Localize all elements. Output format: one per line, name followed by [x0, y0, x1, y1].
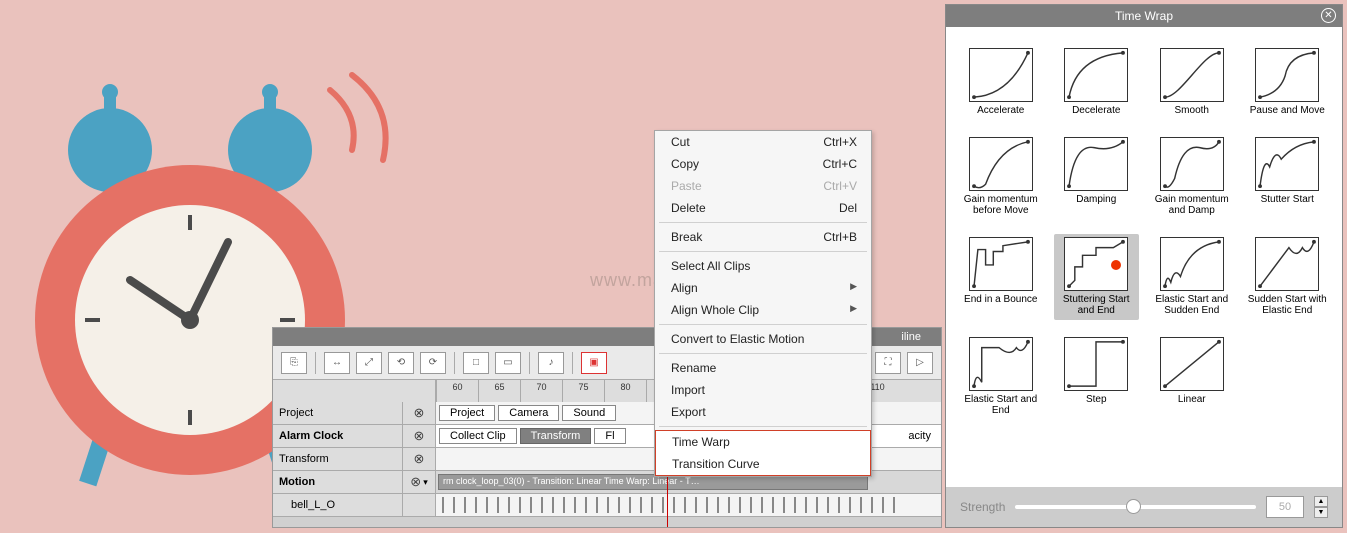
menu-item[interactable]: Import [655, 379, 871, 401]
strength-label: Strength [960, 500, 1005, 514]
close-icon[interactable]: ⊗ [414, 405, 425, 421]
preset-linear[interactable]: Linear [1149, 334, 1235, 420]
menu-item[interactable]: Select All Clips [655, 255, 871, 277]
menu-item[interactable]: Align▶ [655, 277, 871, 299]
chevron-down-icon[interactable]: ▾ [423, 477, 428, 488]
preset-damping[interactable]: Damping [1054, 134, 1140, 220]
menu-item[interactable]: DeleteDel [655, 197, 871, 219]
menu-item[interactable]: Transition Curve [656, 453, 870, 475]
ruler-tick: 75 [562, 380, 604, 402]
toolbar-button[interactable]: ⤢ [356, 352, 382, 374]
preset-elastic-start-and-end[interactable]: Elastic Start and End [958, 334, 1044, 420]
track-label: Alarm Clock [273, 425, 403, 447]
preset-stuttering-start-and-end[interactable]: Stuttering Start and End [1054, 234, 1140, 320]
toolbar-button[interactable]: ♪ [538, 352, 564, 374]
track-bell: bell_L_O [273, 494, 941, 517]
stepper-up[interactable]: ▲ [1314, 496, 1328, 507]
preset-smooth[interactable]: Smooth [1149, 45, 1235, 120]
toolbar-button[interactable]: ↔ [324, 352, 350, 374]
tab-button[interactable]: Camera [498, 405, 559, 421]
menu-item[interactable]: Time Warp [656, 431, 870, 453]
menu-item[interactable]: CutCtrl+X [655, 131, 871, 153]
track-label: Motion [273, 471, 403, 493]
close-icon[interactable]: ✕ [1321, 8, 1336, 23]
ruler-tick: 70 [520, 380, 562, 402]
fit-button[interactable]: ⛶ [875, 352, 901, 374]
close-icon[interactable]: ⊗ [414, 451, 425, 467]
menu-item[interactable]: CopyCtrl+C [655, 153, 871, 175]
context-menu: CutCtrl+XCopyCtrl+CPasteCtrl+VDeleteDel B… [654, 130, 872, 477]
strength-input[interactable] [1266, 496, 1304, 518]
stepper-down[interactable]: ▼ [1314, 507, 1328, 518]
close-icon[interactable]: ⊗ [414, 428, 425, 444]
menu-item: PasteCtrl+V [655, 175, 871, 197]
ruler-tick: 60 [436, 380, 478, 402]
play-button[interactable]: ▷ [907, 352, 933, 374]
preset-accelerate[interactable]: Accelerate [958, 45, 1044, 120]
menu-item[interactable]: BreakCtrl+B [655, 226, 871, 248]
ruler-tick: 65 [478, 380, 520, 402]
time-wrap-title: Time Wrap ✕ [946, 5, 1342, 27]
toolbar-button[interactable]: ⎘ [281, 352, 307, 374]
preset-stutter-start[interactable]: Stutter Start [1245, 134, 1331, 220]
preset-gain-momentum-before-move[interactable]: Gain momentum before Move [958, 134, 1044, 220]
tab-button[interactable]: Transform [520, 428, 592, 444]
menu-item[interactable]: Align Whole Clip▶ [655, 299, 871, 321]
track-label: bell_L_O [273, 494, 403, 516]
preset-elastic-start-and-sudden-end[interactable]: Elastic Start and Sudden End [1149, 234, 1235, 320]
toolbar-button[interactable]: ⟲ [388, 352, 414, 374]
time-wrap-footer: Strength ▲ ▼ [946, 487, 1342, 527]
tab-button[interactable]: Fl [594, 428, 625, 444]
preset-pause-and-move[interactable]: Pause and Move [1245, 45, 1331, 120]
menu-item[interactable]: Rename [655, 357, 871, 379]
tab-button[interactable]: acity [898, 429, 941, 443]
preset-step[interactable]: Step [1054, 334, 1140, 420]
menu-item[interactable]: Export [655, 401, 871, 423]
track-label: Project [273, 402, 403, 424]
preset-end-in-a-bounce[interactable]: End in a Bounce [958, 234, 1044, 320]
track-label: Transform [273, 448, 403, 470]
ruler-tick: 80 [604, 380, 646, 402]
tab-button[interactable]: Project [439, 405, 495, 421]
strength-slider[interactable] [1015, 505, 1256, 509]
preset-gain-momentum-and-damp[interactable]: Gain momentum and Damp [1149, 134, 1235, 220]
toolbar-button[interactable]: ▭ [495, 352, 521, 374]
close-icon[interactable]: ⊗ [410, 474, 421, 490]
preset-decelerate[interactable]: Decelerate [1054, 45, 1140, 120]
toolbar-button[interactable]: □ [463, 352, 489, 374]
time-wrap-panel: Time Wrap ✕ AccelerateDecelerateSmoothPa… [945, 4, 1343, 528]
preset-sudden-start-with-elastic-end[interactable]: Sudden Start with Elastic End [1245, 234, 1331, 320]
tab-button[interactable]: Collect Clip [439, 428, 517, 444]
record-button[interactable]: ▣ [581, 352, 607, 374]
menu-item[interactable]: Convert to Elastic Motion [655, 328, 871, 350]
toolbar-button[interactable]: ⟳ [420, 352, 446, 374]
tab-button[interactable]: Sound [562, 405, 616, 421]
